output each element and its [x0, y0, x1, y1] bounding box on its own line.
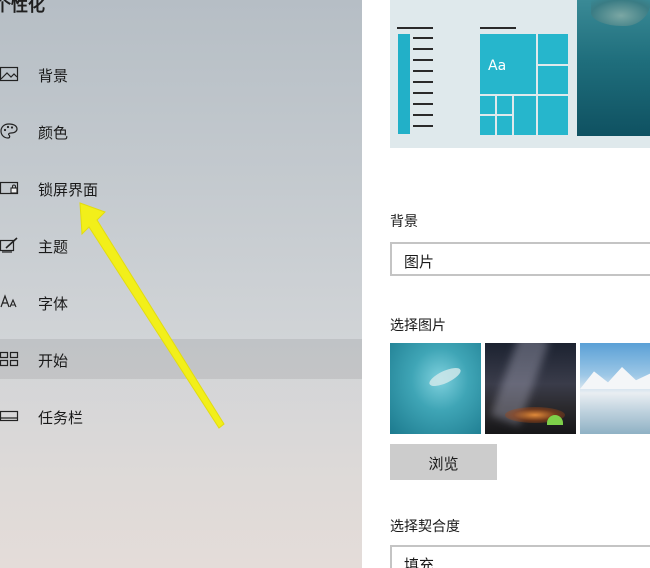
sidebar-item-fonts[interactable]: 字体: [0, 282, 362, 322]
preview-line: [413, 92, 433, 94]
preview-tile: [538, 66, 568, 94]
preview-tile: [480, 96, 495, 114]
preview-line: [413, 70, 433, 72]
preview-line: [413, 81, 433, 83]
preview-line: [413, 114, 433, 116]
lock-screen-preview: Aa: [390, 0, 650, 148]
preview-photo-detail: [591, 0, 650, 26]
theme-brush-icon: [0, 237, 18, 253]
sidebar-item-label: 背景: [38, 67, 69, 85]
thumbnail-detail: [547, 415, 563, 425]
preview-tile: [497, 96, 512, 114]
sidebar-item-taskbar[interactable]: 任务栏: [0, 396, 362, 436]
background-label: 背景: [390, 214, 418, 230]
sidebar-item-themes[interactable]: 主题: [0, 225, 362, 265]
main-panel: Aa 背景 图片 选择图片 浏览 选择契合度 填充: [362, 0, 650, 568]
browse-button-label: 浏览: [428, 455, 459, 473]
preview-list: [395, 26, 435, 134]
picture-thumbnail-night-sky[interactable]: [485, 343, 576, 434]
preview-tile: [514, 96, 536, 135]
preview-line: [413, 48, 433, 50]
sidebar: 个性化 背景 颜色 锁屏界面 主题 字体 开始 任务栏: [0, 0, 362, 568]
preview-line: [413, 59, 433, 61]
palette-icon: [0, 123, 18, 139]
preview-tile: [497, 116, 512, 135]
sidebar-item-colors[interactable]: 颜色: [0, 111, 362, 151]
preview-line: [480, 27, 516, 29]
picture-thumbnail-underwater[interactable]: [390, 343, 481, 434]
sidebar-item-label: 锁屏界面: [38, 181, 99, 199]
preview-tiles: Aa: [480, 34, 568, 135]
fit-select[interactable]: 填充: [390, 545, 650, 568]
sidebar-item-label: 主题: [38, 238, 69, 256]
start-grid-icon: [0, 351, 19, 367]
sidebar-item-label: 颜色: [38, 124, 69, 142]
font-icon: [0, 294, 17, 308]
preview-tile-text: Aa: [488, 58, 507, 74]
background-select-value: 图片: [404, 253, 435, 271]
picture-thumbnail-snow-lake[interactable]: [580, 343, 650, 434]
sidebar-item-lock-screen[interactable]: 锁屏界面: [0, 168, 362, 208]
preview-tile: [480, 116, 495, 135]
sidebar-item-background[interactable]: 背景: [0, 54, 362, 94]
preview-photo: [577, 0, 650, 136]
sidebar-item-label: 字体: [38, 295, 69, 313]
background-select[interactable]: 图片: [390, 242, 650, 276]
lock-screen-icon: [0, 181, 19, 195]
browse-button[interactable]: 浏览: [390, 444, 497, 480]
sidebar-item-label: 任务栏: [38, 409, 84, 427]
preview-line: [413, 103, 433, 105]
preview-line: [413, 37, 433, 39]
preview-line: [413, 125, 433, 127]
preview-tile: [538, 34, 568, 64]
sidebar-item-label: 开始: [38, 352, 69, 370]
choose-picture-label: 选择图片: [390, 318, 446, 334]
thumbnail-detail: [580, 367, 650, 389]
sidebar-title: 个性化: [0, 0, 45, 16]
preview-bar: [398, 34, 410, 134]
taskbar-icon: [0, 410, 19, 422]
choose-fit-label: 选择契合度: [390, 519, 460, 535]
preview-tile: Aa: [480, 34, 536, 94]
fit-select-value: 填充: [404, 556, 435, 568]
thumbnail-detail: [427, 364, 463, 390]
preview-tile: [538, 96, 568, 135]
picture-icon: [0, 66, 19, 82]
sidebar-item-start[interactable]: 开始: [0, 339, 362, 379]
